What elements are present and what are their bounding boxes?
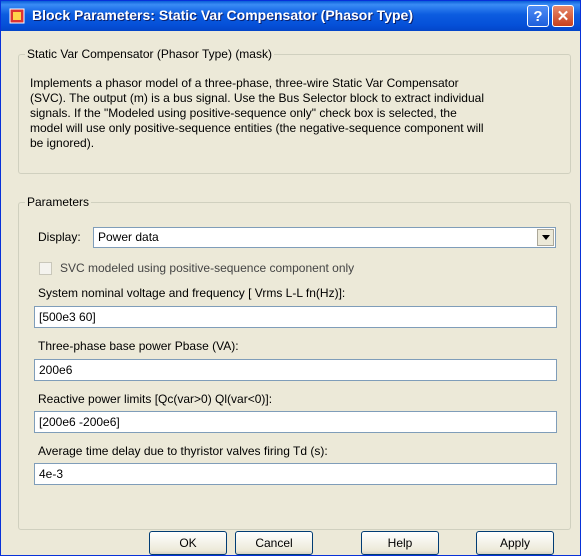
description-line: signals. If the "Modeled using positive-… [30, 106, 457, 120]
nominal-voltage-label: System nominal voltage and frequency [ V… [38, 286, 346, 300]
cancel-button[interactable]: Cancel [235, 531, 313, 555]
base-power-label: Three-phase base power Pbase (VA): [38, 339, 239, 353]
chevron-down-icon[interactable] [537, 229, 554, 246]
description-line: (SVC). The output (m) is a bus signal. U… [30, 91, 484, 105]
nominal-voltage-input[interactable]: [500e3 60] [34, 306, 557, 328]
title-close-button[interactable]: ✕ [552, 5, 574, 27]
description-line: Implements a phasor model of a three-pha… [30, 76, 459, 90]
simulink-block-icon [9, 8, 25, 24]
description-line: be ignored). [30, 136, 95, 150]
positive-sequence-checkbox[interactable] [39, 262, 52, 275]
positive-sequence-checkbox-label[interactable]: SVC modeled using positive-sequence comp… [60, 261, 354, 275]
parameters-group-title: Parameters [25, 195, 92, 209]
display-select-value: Power data [98, 230, 159, 244]
block-parameters-dialog: Block Parameters: Static Var Compensator… [0, 0, 581, 556]
display-label: Display: [38, 230, 81, 244]
mask-description-group: Static Var Compensator (Phasor Type) (ma… [18, 47, 571, 174]
window-title: Block Parameters: Static Var Compensator… [32, 7, 413, 23]
title-bar[interactable]: Block Parameters: Static Var Compensator… [1, 1, 580, 31]
display-select[interactable]: Power data [93, 227, 556, 248]
reactive-power-limits-label: Reactive power limits [Qc(var>0) Ql(var<… [38, 392, 273, 406]
mask-description: Implements a phasor model of a three-pha… [30, 76, 560, 151]
apply-button[interactable]: Apply [476, 531, 554, 555]
description-line: model will use only positive-sequence en… [30, 121, 484, 135]
parameters-group: Parameters Display: Power data SVC model… [18, 195, 571, 530]
base-power-input[interactable]: 200e6 [34, 359, 557, 381]
time-delay-label: Average time delay due to thyristor valv… [38, 444, 328, 458]
mask-group-title: Static Var Compensator (Phasor Type) (ma… [25, 47, 274, 61]
reactive-power-limits-input[interactable]: [200e6 -200e6] [34, 411, 557, 433]
ok-button[interactable]: OK [149, 531, 227, 555]
help-button[interactable]: Help [361, 531, 439, 555]
title-help-button[interactable]: ? [527, 5, 549, 27]
time-delay-input[interactable]: 4e-3 [34, 463, 557, 485]
